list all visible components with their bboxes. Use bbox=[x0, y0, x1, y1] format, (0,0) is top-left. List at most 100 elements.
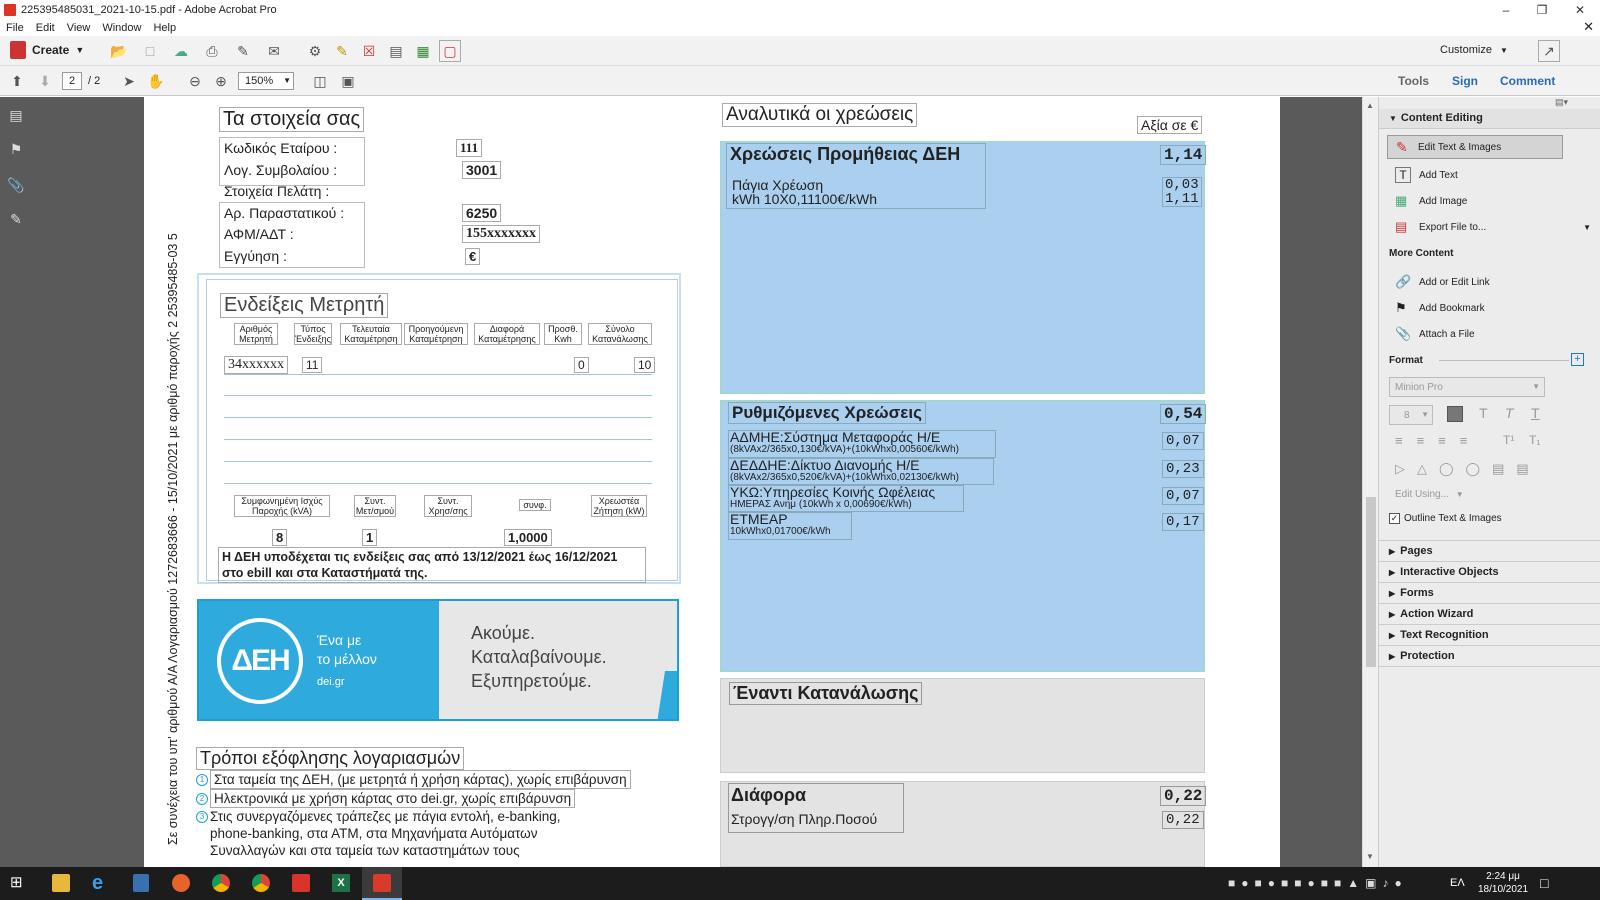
pdf-page[interactable]: Σε συνέχεια του υπ' αριθμού Α/Α Λογαριασ… bbox=[144, 97, 1280, 867]
delete-page-icon[interactable]: ☒ bbox=[358, 40, 380, 62]
minimize-button[interactable]: – bbox=[1488, 0, 1524, 19]
page-thumbnails-icon[interactable]: ▤ bbox=[7, 107, 25, 125]
firefox-icon[interactable] bbox=[172, 874, 190, 892]
signatures-icon[interactable]: ✎ bbox=[7, 211, 25, 229]
internet-explorer-icon[interactable]: e bbox=[92, 873, 103, 893]
payment-list: 1 Στα ταμεία της ΔΕΗ, (με μετρητά ή χρήσ… bbox=[196, 770, 631, 859]
attach-file-button[interactable]: 📎 Attach a File bbox=[1395, 324, 1475, 344]
action-wizard-section[interactable]: ▶ Action Wizard bbox=[1379, 604, 1600, 625]
forms-section[interactable]: ▶ Forms bbox=[1379, 583, 1600, 604]
menu-file[interactable]: File bbox=[6, 22, 24, 34]
chrome-icon[interactable] bbox=[252, 874, 270, 892]
page-number-input[interactable]: 2 bbox=[62, 72, 82, 90]
panel-options-icon[interactable]: ▤▾ bbox=[1555, 97, 1568, 108]
windows-start-icon[interactable]: ⊞ bbox=[10, 875, 26, 891]
scrollbar-thumb[interactable] bbox=[1366, 497, 1376, 667]
calculator-icon[interactable] bbox=[133, 874, 149, 892]
arrange-icons[interactable]: ▷△◯◯▤▤ bbox=[1395, 461, 1541, 477]
export-file-button[interactable]: ▤ Export File to... ▼ bbox=[1395, 217, 1591, 237]
text-color-swatch[interactable] bbox=[1447, 406, 1463, 422]
select-arrow-icon[interactable]: ➤ bbox=[118, 70, 140, 92]
usage-coef-header: Συντ. Χρησ/σης bbox=[424, 495, 472, 517]
excel-icon[interactable]: X bbox=[332, 874, 350, 892]
payment-continuation: Συναλλαγών και στα ταμεία των καταστημάτ… bbox=[210, 843, 520, 858]
vertical-scrollbar[interactable]: ▲ ▼ bbox=[1362, 97, 1378, 867]
customize-button[interactable]: Customize ▼ bbox=[1440, 44, 1508, 56]
add-edit-link-button[interactable]: 🔗 Add or Edit Link bbox=[1395, 272, 1490, 292]
edit-pen-icon[interactable]: ✎ bbox=[232, 40, 254, 62]
edit-using-menu[interactable]: Edit Using... ▼ bbox=[1395, 489, 1464, 500]
edit-text-images-button[interactable]: ✎ Edit Text & Images bbox=[1387, 135, 1563, 159]
add-image-button[interactable]: ▦ Add Image bbox=[1395, 191, 1467, 211]
protection-section[interactable]: ▶ Protection bbox=[1379, 646, 1600, 667]
scroll-down-icon[interactable]: ▼ bbox=[1366, 852, 1374, 861]
fit-width-icon[interactable]: ◫ bbox=[309, 70, 331, 92]
content-editing-header[interactable]: ▼ Content Editing bbox=[1379, 109, 1600, 129]
zoom-out-icon[interactable]: ⊖ bbox=[184, 70, 206, 92]
invoice-number-value: 6250 bbox=[462, 204, 502, 222]
attachments-paperclip-icon[interactable]: 📎 bbox=[7, 177, 25, 195]
create-button[interactable]: Create ▼ bbox=[10, 41, 84, 59]
scroll-up-icon[interactable]: ▲ bbox=[1366, 101, 1374, 110]
subscript-icon[interactable]: T₁ bbox=[1529, 433, 1540, 447]
font-size-select[interactable]: 8 ▼ bbox=[1389, 405, 1433, 425]
clock[interactable]: 2:24 μμ 18/10/2021 bbox=[1478, 870, 1528, 896]
value-label: Αξία σε € bbox=[1137, 116, 1203, 134]
file-explorer-icon[interactable] bbox=[52, 874, 70, 892]
menu-view[interactable]: View bbox=[67, 22, 91, 34]
text-recognition-section[interactable]: ▶ Text Recognition bbox=[1379, 625, 1600, 646]
system-tray-icons[interactable]: ■●■●■■●■■▲▣♪● bbox=[1228, 876, 1408, 890]
sign-tab[interactable]: Sign bbox=[1452, 74, 1478, 88]
language-indicator[interactable]: ΕΛ bbox=[1450, 877, 1465, 889]
italic-text-icon[interactable]: T bbox=[1505, 405, 1514, 421]
checkbox-checked-icon[interactable]: ✓ bbox=[1389, 513, 1400, 524]
bold-text-icon[interactable]: T bbox=[1479, 405, 1488, 421]
close-document-icon[interactable]: ✕ bbox=[1583, 19, 1594, 35]
underline-text-icon[interactable]: T bbox=[1531, 405, 1540, 421]
details-header: Τα στοιχεία σας bbox=[219, 107, 365, 132]
zoom-in-icon[interactable]: ⊕ bbox=[210, 70, 232, 92]
expand-icon[interactable]: ↗ bbox=[1538, 40, 1560, 62]
zoom-input[interactable]: 150% ▼ bbox=[238, 72, 294, 90]
fixed-charge-amount: 0,03 bbox=[1165, 177, 1199, 193]
fit-page-icon[interactable]: ▣ bbox=[337, 70, 359, 92]
alignment-icons[interactable]: ≡≡≡≡ bbox=[1395, 433, 1481, 448]
regulated-item-name: ΥΚΩ:Υπηρεσίες Κοινής Ωφέλειας bbox=[730, 484, 936, 500]
previous-page-icon[interactable]: ⬆ bbox=[6, 70, 28, 92]
menu-window[interactable]: Window bbox=[102, 22, 141, 34]
email-icon[interactable]: ✉ bbox=[263, 40, 285, 62]
add-text-button[interactable]: T Add Text bbox=[1395, 165, 1458, 185]
add-bookmark-button[interactable]: ⚑ Add Bookmark bbox=[1395, 298, 1485, 318]
next-page-icon[interactable]: ⬇ bbox=[34, 70, 56, 92]
edit-pdf-icon[interactable]: ▢ bbox=[439, 40, 461, 62]
comment-tab[interactable]: Comment bbox=[1500, 74, 1555, 88]
menu-help[interactable]: Help bbox=[153, 22, 176, 34]
interactive-objects-section[interactable]: ▶ Interactive Objects bbox=[1379, 562, 1600, 583]
extract-page-icon[interactable]: ▤ bbox=[385, 40, 407, 62]
add-format-icon[interactable]: + bbox=[1571, 353, 1584, 366]
bookmarks-icon[interactable]: ⚑ bbox=[7, 141, 25, 159]
pages-section[interactable]: ▶ Pages bbox=[1379, 541, 1600, 562]
hand-tool-icon[interactable]: ✋ bbox=[145, 70, 167, 92]
open-folder-icon[interactable]: 📂 bbox=[108, 40, 130, 62]
comment-note-icon[interactable]: ✎ bbox=[331, 40, 353, 62]
superscript-icon[interactable]: T¹ bbox=[1503, 433, 1514, 447]
font-select[interactable]: Minion Pro ▼ bbox=[1389, 377, 1545, 397]
chevron-down-icon: ▼ bbox=[1455, 490, 1464, 499]
close-window-button[interactable]: ✕ bbox=[1562, 0, 1598, 19]
anydesk-icon[interactable] bbox=[292, 874, 310, 892]
cloud-upload-icon[interactable]: ☁ bbox=[170, 40, 192, 62]
document-area[interactable]: Σε συνέχεια του υπ' αριθμού Α/Α Λογαριασ… bbox=[32, 97, 1362, 867]
acrobat-taskbar-item[interactable] bbox=[362, 867, 402, 900]
save-icon[interactable]: □ bbox=[139, 40, 161, 62]
insert-page-icon[interactable]: ▦ bbox=[412, 40, 434, 62]
banner-site: dei.gr bbox=[317, 676, 345, 688]
menu-edit[interactable]: Edit bbox=[36, 22, 55, 34]
outline-checkbox-row[interactable]: ✓ Outline Text & Images bbox=[1389, 513, 1502, 524]
tools-tab[interactable]: Tools bbox=[1398, 74, 1429, 88]
settings-gear-icon[interactable]: ⚙ bbox=[304, 40, 326, 62]
notifications-icon[interactable]: □ bbox=[1540, 875, 1548, 891]
print-icon[interactable]: ⎙ bbox=[201, 40, 223, 62]
restore-button[interactable]: ❐ bbox=[1524, 0, 1560, 19]
chrome-icon[interactable] bbox=[212, 874, 230, 892]
